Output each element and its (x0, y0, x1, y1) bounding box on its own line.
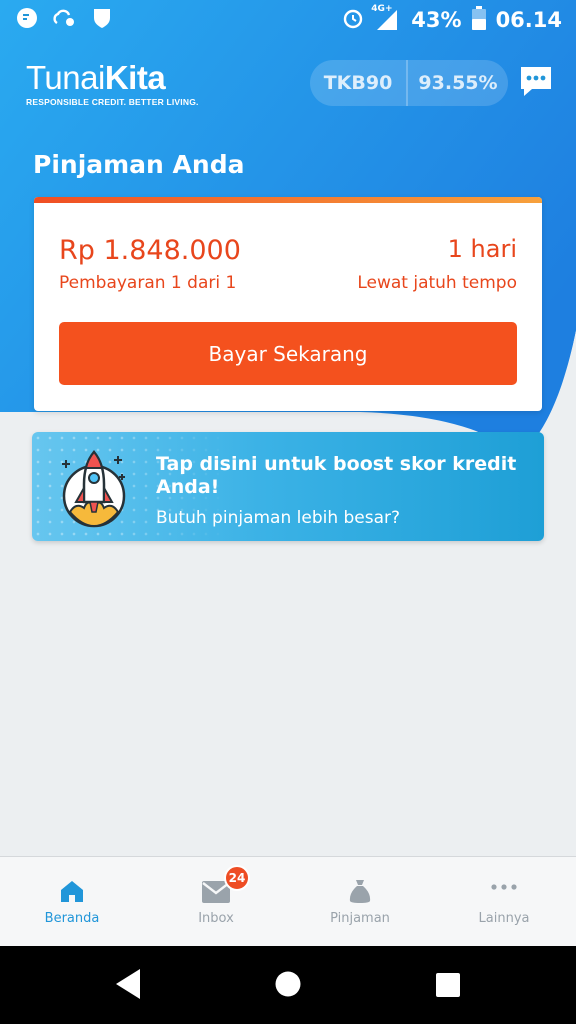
nav-item-beranda[interactable]: Beranda (0, 857, 144, 947)
score-label: TKB90 (323, 72, 393, 94)
inbox-badge: 24 (224, 865, 250, 891)
more-icon (491, 884, 517, 890)
loan-card[interactable]: Rp 1.848.000 1 hari Pembayaran 1 dari 1 … (34, 197, 542, 411)
nav-label-pinjaman: Pinjaman (330, 911, 390, 926)
nav-item-pinjaman[interactable]: Pinjaman (288, 857, 432, 947)
clock: 06.14 (495, 8, 562, 32)
score-value: 93.55% (418, 72, 498, 94)
chat-bubble-icon (521, 67, 551, 96)
home-icon (61, 881, 83, 902)
weather-settings-icon (52, 7, 78, 33)
nav-label-inbox: Inbox (198, 911, 234, 926)
alarm-icon (341, 6, 365, 34)
battery-icon (471, 6, 486, 34)
pay-now-button[interactable]: Bayar Sekarang (59, 322, 517, 385)
signal-icon: 4G+ (371, 4, 401, 32)
section-title: Pinjaman Anda (33, 150, 245, 179)
status-bar: 4G+ 43% 06.14 (0, 0, 576, 40)
nav-item-lainnya[interactable]: Lainnya (432, 857, 576, 947)
boost-credit-banner[interactable]: Tap disini untuk boost skor kredit Anda!… (32, 432, 544, 541)
recent-apps-icon[interactable] (436, 973, 460, 997)
home-circle-icon[interactable] (275, 971, 301, 997)
loan-status: Lewat jatuh tempo (357, 273, 517, 293)
days-overdue: 1 hari (447, 235, 517, 263)
logo-text-light: Tunai (26, 59, 105, 96)
rocket-icon (62, 450, 126, 528)
back-icon[interactable] (114, 967, 142, 1001)
logo-tagline: RESPONSIBLE CREDIT. BETTER LIVING. (26, 97, 199, 107)
boost-subtitle: Butuh pinjaman lebih besar? (156, 508, 401, 528)
money-bag-icon (349, 880, 371, 903)
nav-item-inbox[interactable]: 24 Inbox (144, 857, 288, 947)
nav-label-beranda: Beranda (44, 911, 100, 926)
app-logo: TunaiKita RESPONSIBLE CREDIT. BETTER LIV… (26, 59, 199, 108)
credit-score-pill[interactable]: TKB90 93.55% (310, 60, 508, 106)
app-notification-icon (16, 7, 38, 33)
chat-button[interactable] (518, 64, 554, 100)
battery-percent: 43% (411, 8, 462, 32)
shield-icon (92, 7, 112, 33)
card-accent-bar (34, 197, 542, 203)
loan-amount: Rp 1.848.000 (59, 235, 241, 266)
boost-title: Tap disini untuk boost skor kredit Anda! (156, 453, 517, 498)
logo-text-bold: Kita (104, 59, 166, 96)
system-navigation-bar (0, 946, 576, 1024)
nav-label-lainnya: Lainnya (478, 911, 530, 926)
bottom-navigation: Beranda 24 Inbox Pinjaman Lainnya (0, 856, 576, 947)
payment-info: Pembayaran 1 dari 1 (59, 273, 237, 293)
